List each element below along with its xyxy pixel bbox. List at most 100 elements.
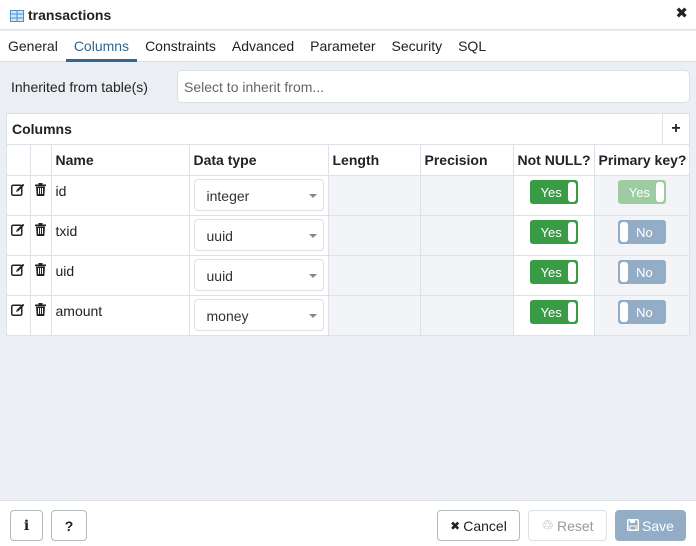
edit-cell[interactable] xyxy=(7,175,31,216)
toggle-knob xyxy=(655,181,664,202)
caret-down-icon xyxy=(308,273,317,278)
header-precision: Precision xyxy=(420,145,514,176)
edit-cell[interactable] xyxy=(7,295,31,335)
data-type-value: uuid xyxy=(206,267,233,284)
save-icon xyxy=(627,518,640,534)
save-button[interactable]: Save xyxy=(615,510,686,541)
toggle-label: No xyxy=(636,304,653,320)
edit-cell[interactable] xyxy=(7,215,31,256)
header-length: Length xyxy=(328,145,421,176)
toggle-label: Yes xyxy=(540,264,562,280)
tab-advanced[interactable]: Advanced xyxy=(224,31,302,61)
dialog-titlebar: transactions ✖ xyxy=(0,0,696,30)
header-primary-key: Primary key? xyxy=(594,145,689,176)
primary-key-toggle[interactable]: No xyxy=(617,259,666,284)
data-type-cell: money xyxy=(189,295,329,335)
data-type-select[interactable]: integer xyxy=(193,178,324,211)
tab-sql[interactable]: SQL xyxy=(450,31,494,61)
caret-down-icon xyxy=(308,193,317,198)
toggle-label: Yes xyxy=(540,224,562,240)
data-type-select[interactable]: uuid xyxy=(193,258,324,291)
precision-cell xyxy=(420,215,514,256)
not-null-toggle[interactable]: Yes xyxy=(529,219,578,244)
primary-key-cell: Yes xyxy=(594,175,689,216)
data-type-value: uuid xyxy=(206,227,233,244)
column-name[interactable]: txid xyxy=(51,215,190,256)
cancel-button[interactable]: ✖ Cancel xyxy=(437,510,520,541)
plus-icon: + xyxy=(671,120,681,137)
primary-key-toggle[interactable]: No xyxy=(617,219,666,244)
column-name[interactable]: id xyxy=(51,175,190,216)
toggle-label: Yes xyxy=(540,304,562,320)
trash-icon[interactable] xyxy=(35,182,46,199)
columns-grid: Columns + Name Data type Length Precisio… xyxy=(6,113,690,336)
toggle-knob xyxy=(619,301,628,322)
close-icon[interactable]: ✖ xyxy=(675,6,688,22)
toggle-knob xyxy=(567,181,576,202)
info-icon: i xyxy=(23,517,30,534)
header-not-null: Not NULL? xyxy=(513,145,595,176)
tab-general[interactable]: General xyxy=(0,31,66,61)
not-null-cell: Yes xyxy=(513,215,595,256)
columns-grid-title: Columns xyxy=(12,121,72,137)
table-row: uid uuid Yes No xyxy=(7,255,689,296)
trash-icon[interactable] xyxy=(35,302,46,319)
tab-constraints[interactable]: Constraints xyxy=(137,31,224,61)
length-cell xyxy=(328,215,421,256)
inherit-row: Inherited from table(s) xyxy=(0,70,696,104)
close-icon: ✖ xyxy=(450,518,461,533)
info-button[interactable]: i xyxy=(10,510,43,541)
data-type-value: integer xyxy=(206,187,250,204)
precision-cell xyxy=(420,175,514,216)
dialog-title: transactions xyxy=(28,6,112,23)
not-null-cell: Yes xyxy=(513,295,595,335)
primary-key-cell: No xyxy=(594,255,689,296)
inherit-select[interactable] xyxy=(177,70,690,103)
add-column-button[interactable]: + xyxy=(662,114,689,144)
column-name[interactable]: uid xyxy=(51,255,190,296)
columns-table: Name Data type Length Precision Not NULL… xyxy=(7,145,689,335)
delete-cell[interactable] xyxy=(30,255,52,296)
precision-cell xyxy=(420,295,514,335)
primary-key-toggle[interactable]: No xyxy=(617,299,666,324)
edit-cell[interactable] xyxy=(7,255,31,296)
dialog-content: Inherited from table(s) Columns + Name D… xyxy=(0,62,696,500)
delete-cell[interactable] xyxy=(30,215,52,256)
recycle-icon: ♲ xyxy=(541,517,554,533)
toggle-knob xyxy=(567,301,576,322)
help-icon: ? xyxy=(64,517,74,534)
reset-button[interactable]: ♲ Reset xyxy=(528,510,607,541)
table-row: txid uuid Yes No xyxy=(7,215,689,256)
delete-cell[interactable] xyxy=(30,175,52,216)
tab-parameter[interactable]: Parameter xyxy=(302,31,383,61)
inherit-label: Inherited from table(s) xyxy=(11,79,148,95)
trash-icon[interactable] xyxy=(35,222,46,239)
toggle-knob xyxy=(567,221,576,242)
toggle-label: No xyxy=(636,224,653,240)
tab-columns[interactable]: Columns xyxy=(65,31,138,62)
table-icon xyxy=(10,9,24,22)
delete-cell[interactable] xyxy=(30,295,52,335)
tab-security[interactable]: Security xyxy=(384,31,451,61)
data-type-select[interactable]: uuid xyxy=(193,218,324,251)
tab-bar: General Columns Constraints Advanced Par… xyxy=(0,31,696,62)
columns-grid-header: Columns + xyxy=(7,114,689,145)
trash-icon[interactable] xyxy=(35,262,46,279)
cancel-label: Cancel xyxy=(463,517,507,534)
edit-icon[interactable] xyxy=(11,303,25,319)
not-null-toggle[interactable]: Yes xyxy=(529,259,578,284)
not-null-toggle[interactable]: Yes xyxy=(529,299,578,324)
reset-label: Reset xyxy=(556,517,594,534)
edit-icon[interactable] xyxy=(11,183,25,199)
toggle-knob xyxy=(619,221,628,242)
help-button[interactable]: ? xyxy=(51,510,87,541)
edit-icon[interactable] xyxy=(11,223,25,239)
column-name[interactable]: amount xyxy=(51,295,190,335)
data-type-select[interactable]: money xyxy=(193,298,324,331)
edit-icon[interactable] xyxy=(11,263,25,279)
table-row: amount money Yes No xyxy=(7,295,689,335)
not-null-toggle[interactable]: Yes xyxy=(529,179,578,204)
caret-down-icon xyxy=(308,233,317,238)
toggle-label: Yes xyxy=(540,184,562,200)
header-data-type: Data type xyxy=(189,145,329,176)
